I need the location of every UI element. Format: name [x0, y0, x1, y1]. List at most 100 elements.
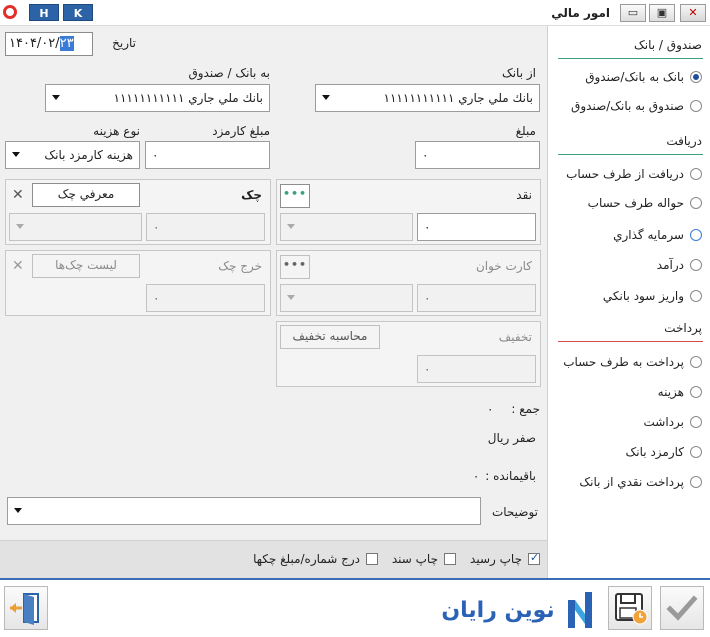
radio-pay-to-account[interactable]: پرداخت به طرف حساب [552, 353, 702, 371]
discount-amount-input[interactable]: ۰ [417, 355, 536, 383]
confirm-button[interactable] [660, 586, 704, 630]
remainder-label: باقيمانده : [485, 469, 536, 483]
radio-icon[interactable] [690, 356, 702, 368]
radio-receive-from-account[interactable]: دريافت از طرف حساب [552, 165, 702, 183]
chevron-down-icon[interactable] [322, 95, 330, 100]
radio-icon[interactable] [690, 100, 702, 112]
radio-icon[interactable] [690, 229, 702, 241]
amount-input[interactable]: ۰ [415, 141, 540, 169]
introduce-cheque-button[interactable]: معرفي چک [32, 183, 140, 207]
brand-logo-icon [568, 592, 592, 628]
calculate-discount-button[interactable]: محاسبه تخفيف [280, 325, 380, 349]
radio-income[interactable]: درآمد [552, 256, 702, 274]
cash-group: نقد ••• ۰ [276, 179, 541, 245]
chevron-down-icon[interactable] [12, 152, 20, 157]
to-bank-select[interactable]: بانك ملي جاري ۱۱۱۱۱۱۱۱۱۱۱ [45, 84, 270, 112]
remainder-value: ۰ [472, 469, 480, 483]
discount-label: تخفيف [498, 330, 532, 344]
radio-cash-to-bank[interactable]: صندوق به بانک/صندوق [552, 97, 702, 115]
card-reader-select[interactable] [280, 284, 413, 312]
section-payment-title: پرداخت [664, 321, 702, 335]
radio-icon[interactable] [690, 168, 702, 180]
minimize-button[interactable]: ▭ [620, 4, 646, 22]
radio-selected-icon[interactable] [690, 71, 702, 83]
section-cash-bank-title: صندوق / بانک [634, 38, 702, 52]
section-divider [558, 341, 703, 342]
fee-amount-input[interactable]: ۰ [145, 141, 270, 169]
date-input[interactable]: ۱۴۰۴/۰۲/۲۳ [5, 32, 93, 56]
card-reader-amount-input[interactable]: ۰ [417, 284, 536, 312]
cheque-amount-input[interactable]: ۰ [146, 213, 265, 241]
radio-icon[interactable] [690, 197, 702, 209]
insert-cheque-numbers-label: درج شماره/مبلغ چکها [253, 552, 360, 566]
exit-button[interactable] [4, 586, 48, 630]
radio-icon[interactable] [690, 446, 702, 458]
radio-bank-interest[interactable]: واريز سود بانکي [552, 287, 702, 305]
radio-icon[interactable] [690, 476, 702, 488]
close-icon[interactable]: ✕ [12, 187, 24, 203]
cash-more-button[interactable]: ••• [280, 184, 310, 208]
print-voucher-label: چاپ سند [391, 552, 438, 566]
section-divider [558, 154, 703, 155]
total-label: جمع : [511, 402, 540, 416]
cheque-out-amount-input[interactable]: ۰ [146, 284, 265, 312]
save-button[interactable] [608, 586, 652, 630]
checkmark-icon [666, 595, 698, 621]
cheque-account-select[interactable] [9, 213, 142, 241]
close-icon[interactable]: ✕ [12, 258, 24, 274]
k-button[interactable]: K [63, 4, 93, 21]
cash-account-select[interactable] [280, 213, 413, 241]
chevron-down-icon[interactable] [16, 224, 24, 229]
h-button[interactable]: H [29, 4, 59, 21]
radio-investment[interactable]: سرمايه گذاري [552, 226, 702, 244]
floppy-clock-icon [615, 593, 648, 625]
cheque-list-button[interactable]: ليست چک‌ها [32, 254, 140, 278]
radio-icon[interactable] [690, 386, 702, 398]
radio-cash-pay-from-bank[interactable]: پرداخت نقدي از بانک [552, 473, 702, 491]
title-bar: H K امور مالي ▭ ▣ ✕ [0, 0, 710, 26]
window-title: امور مالي [551, 6, 610, 20]
discount-group: تخفيف محاسبه تخفيف ۰ [276, 321, 541, 387]
brand-name: نوين رايان [441, 598, 555, 623]
print-voucher-checkbox[interactable] [444, 553, 456, 565]
description-select[interactable] [7, 497, 481, 525]
chevron-down-icon[interactable] [52, 95, 60, 100]
date-label: تاريخ [112, 36, 136, 50]
chevron-down-icon[interactable] [14, 508, 22, 513]
radio-icon[interactable] [690, 290, 702, 302]
card-reader-group: کارت خوان ••• ۰ [276, 250, 541, 316]
total-row: جمع : ۰ [470, 402, 540, 416]
fee-amount-label: مبلغ کارمزد [212, 124, 270, 138]
cheque-label: چک [241, 188, 262, 202]
description-label: توضيحات [491, 505, 538, 519]
radio-expense[interactable]: هزينه [552, 383, 702, 401]
close-button[interactable]: ✕ [680, 4, 706, 22]
cheque-out-label: خرج چک [218, 259, 262, 273]
fee-type-label: نوع هزينه [93, 124, 140, 138]
radio-account-transfer[interactable]: حواله طرف حساب [552, 194, 702, 212]
print-receipt-checkbox[interactable] [528, 551, 540, 565]
total-value: ۰ [486, 402, 494, 416]
radio-icon[interactable] [690, 416, 702, 428]
radio-icon[interactable] [690, 259, 702, 271]
cash-label: نقد [516, 188, 532, 202]
from-bank-select[interactable]: بانك ملي جاري ۱۱۱۱۱۱۱۱۱۱۱ [315, 84, 540, 112]
chevron-down-icon[interactable] [287, 224, 295, 229]
radio-bank-fee[interactable]: کارمزد بانک [552, 443, 702, 461]
card-reader-more-button[interactable]: ••• [280, 255, 310, 279]
print-receipt-label: چاپ رسيد [470, 552, 522, 566]
remainder-row: باقيمانده : ۰ [440, 469, 536, 483]
section-divider [558, 58, 703, 59]
app-logo-icon [3, 5, 17, 19]
cheque-out-group: خرج چک ليست چک‌ها ✕ ۰ [5, 250, 271, 316]
to-bank-label: به بانک / صندوق [188, 66, 270, 80]
amount-label: مبلغ [515, 124, 536, 138]
total-in-words: صفر ريال [487, 431, 536, 445]
chevron-down-icon[interactable] [287, 295, 295, 300]
cash-amount-input[interactable]: ۰ [417, 213, 536, 241]
radio-withdrawal[interactable]: برداشت [552, 413, 702, 431]
insert-cheque-numbers-checkbox[interactable] [366, 553, 378, 565]
restore-button[interactable]: ▣ [649, 4, 675, 22]
radio-bank-to-bank[interactable]: بانک به بانک/صندوق [552, 68, 702, 86]
fee-type-select[interactable]: هزينه کارمزد بانک [5, 141, 140, 169]
